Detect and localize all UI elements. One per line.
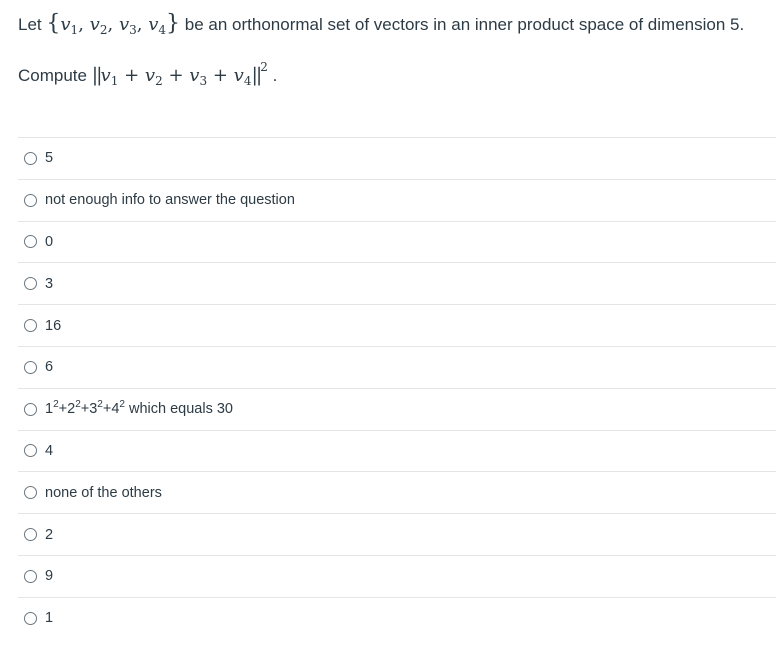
answer-label: 12+22+32+42 which equals 30	[45, 399, 233, 418]
answer-option[interactable]: 16	[18, 304, 776, 346]
answer-list: 5 not enough info to answer the question…	[18, 137, 776, 639]
answer-label: 0	[45, 233, 54, 250]
question-text: Let {v1, v2, v3, v4} be an orthonormal s…	[18, 12, 768, 88]
radio-button[interactable]	[24, 151, 37, 165]
answer-option[interactable]: 0	[18, 220, 776, 263]
answer-label: 5	[45, 150, 54, 167]
norm-expression-math: ||v1 + v2 + v3 + v4||2	[91, 60, 268, 88]
answer-option[interactable]: 12+22+32+42 which equals 30	[18, 387, 776, 430]
answer-option[interactable]: 2	[18, 513, 776, 555]
answer-label: 4	[45, 442, 54, 459]
radio-button[interactable]	[24, 319, 37, 333]
answer-label: 1	[45, 610, 54, 627]
radio-button[interactable]	[24, 444, 37, 458]
answer-option[interactable]: 5	[18, 137, 776, 179]
radio-button[interactable]	[24, 277, 37, 291]
answer-option[interactable]: 4	[18, 429, 776, 472]
answer-label: none of the others	[45, 484, 162, 501]
answer-label: 2	[45, 526, 54, 543]
radio-button[interactable]	[24, 360, 37, 374]
radio-button[interactable]	[24, 235, 37, 249]
answer-option[interactable]: 9	[18, 554, 776, 597]
radio-button[interactable]	[24, 611, 37, 625]
radio-button[interactable]	[24, 193, 37, 207]
radio-button[interactable]	[24, 569, 37, 583]
statement-text: be an orthonormal set of vectors in an i…	[184, 15, 745, 34]
answer-option[interactable]: 6	[18, 345, 776, 388]
answer-label: not enough info to answer the question	[45, 192, 295, 209]
answer-option[interactable]: not enough info to answer the question	[18, 178, 776, 221]
question-line-2: Compute ||v1 + v2 + v3 + v4||2 .	[18, 60, 768, 88]
answer-label: 9	[45, 568, 54, 585]
let-text: Let	[18, 15, 42, 34]
answer-label: 16	[45, 317, 62, 334]
answer-label: 3	[45, 275, 54, 292]
answer-label: 6	[45, 359, 54, 376]
compute-text: Compute	[18, 66, 87, 85]
radio-button[interactable]	[24, 486, 37, 500]
period-text: .	[272, 66, 278, 85]
radio-button[interactable]	[24, 402, 37, 416]
answer-option[interactable]: 1	[18, 596, 776, 639]
question-line-1: Let {v1, v2, v3, v4} be an orthonormal s…	[18, 11, 768, 37]
answer-option[interactable]: none of the others	[18, 471, 776, 513]
answer-option[interactable]: 3	[18, 262, 776, 304]
vector-set-math: {v1, v2, v3, v4}	[46, 11, 181, 37]
radio-button[interactable]	[24, 528, 37, 542]
